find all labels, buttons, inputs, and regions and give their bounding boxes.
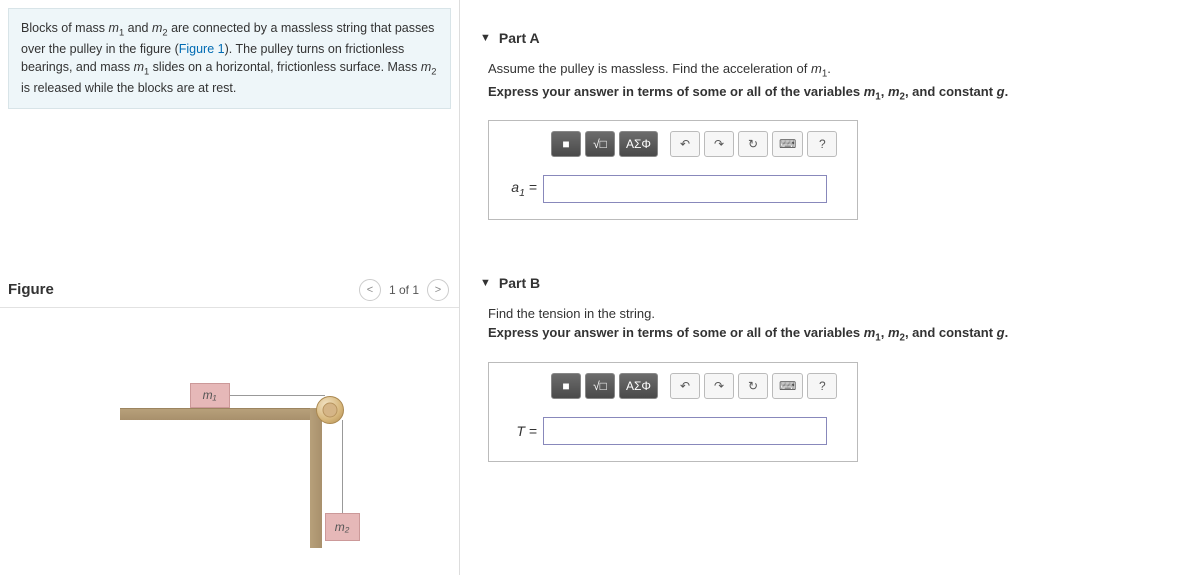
part-a-title: Part A bbox=[499, 30, 540, 46]
reset-button[interactable]: ↻ bbox=[738, 373, 768, 399]
figure-diagram: m₁ m₂ bbox=[80, 348, 380, 568]
help-button[interactable]: ? bbox=[807, 131, 837, 157]
problem-statement: Blocks of mass m1 and m2 are connected b… bbox=[8, 8, 451, 109]
help-button[interactable]: ? bbox=[807, 373, 837, 399]
figure-link[interactable]: Figure 1 bbox=[179, 42, 225, 56]
part-b-var-label: T = bbox=[501, 423, 537, 439]
redo-button[interactable]: ↷ bbox=[704, 131, 734, 157]
figure-prev-button[interactable]: < bbox=[359, 279, 381, 301]
redo-button[interactable]: ↷ bbox=[704, 373, 734, 399]
figure-next-button[interactable]: > bbox=[427, 279, 449, 301]
pulley-icon bbox=[316, 396, 344, 424]
block-m2: m₂ bbox=[325, 513, 360, 541]
reset-button[interactable]: ↻ bbox=[738, 131, 768, 157]
caret-down-icon: ▼ bbox=[480, 32, 491, 44]
caret-down-icon: ▼ bbox=[480, 277, 491, 289]
part-b-answer-input[interactable] bbox=[543, 417, 827, 445]
part-a-express: Express your answer in terms of some or … bbox=[488, 84, 1180, 103]
part-a-answer-box: ■ √□ ΑΣΦ ↶ ↷ ↻ ⌨ ? a1 = bbox=[488, 120, 858, 220]
math-button[interactable]: √□ bbox=[585, 373, 615, 399]
block-m1: m₁ bbox=[190, 383, 230, 408]
greek-button[interactable]: ΑΣΦ bbox=[619, 373, 658, 399]
templates-button[interactable]: ■ bbox=[551, 131, 581, 157]
part-b-instruction: Find the tension in the string. bbox=[488, 306, 1180, 321]
undo-button[interactable]: ↶ bbox=[670, 373, 700, 399]
part-a-instruction: Assume the pulley is massless. Find the … bbox=[488, 61, 1180, 80]
figure-count: 1 of 1 bbox=[383, 283, 425, 297]
keyboard-button[interactable]: ⌨ bbox=[772, 131, 803, 157]
part-b-title: Part B bbox=[499, 275, 540, 291]
part-b-answer-box: ■ √□ ΑΣΦ ↶ ↷ ↻ ⌨ ? T = bbox=[488, 362, 858, 462]
part-b-header[interactable]: ▼ Part B bbox=[480, 275, 1180, 291]
keyboard-button[interactable]: ⌨ bbox=[772, 373, 803, 399]
math-button[interactable]: √□ bbox=[585, 131, 615, 157]
undo-button[interactable]: ↶ bbox=[670, 131, 700, 157]
part-a-answer-input[interactable] bbox=[543, 175, 827, 203]
part-a-var-label: a1 = bbox=[501, 179, 537, 199]
greek-button[interactable]: ΑΣΦ bbox=[619, 131, 658, 157]
figure-title: Figure bbox=[8, 281, 54, 298]
part-b-express: Express your answer in terms of some or … bbox=[488, 325, 1180, 344]
templates-button[interactable]: ■ bbox=[551, 373, 581, 399]
part-a-header[interactable]: ▼ Part A bbox=[480, 30, 1180, 46]
